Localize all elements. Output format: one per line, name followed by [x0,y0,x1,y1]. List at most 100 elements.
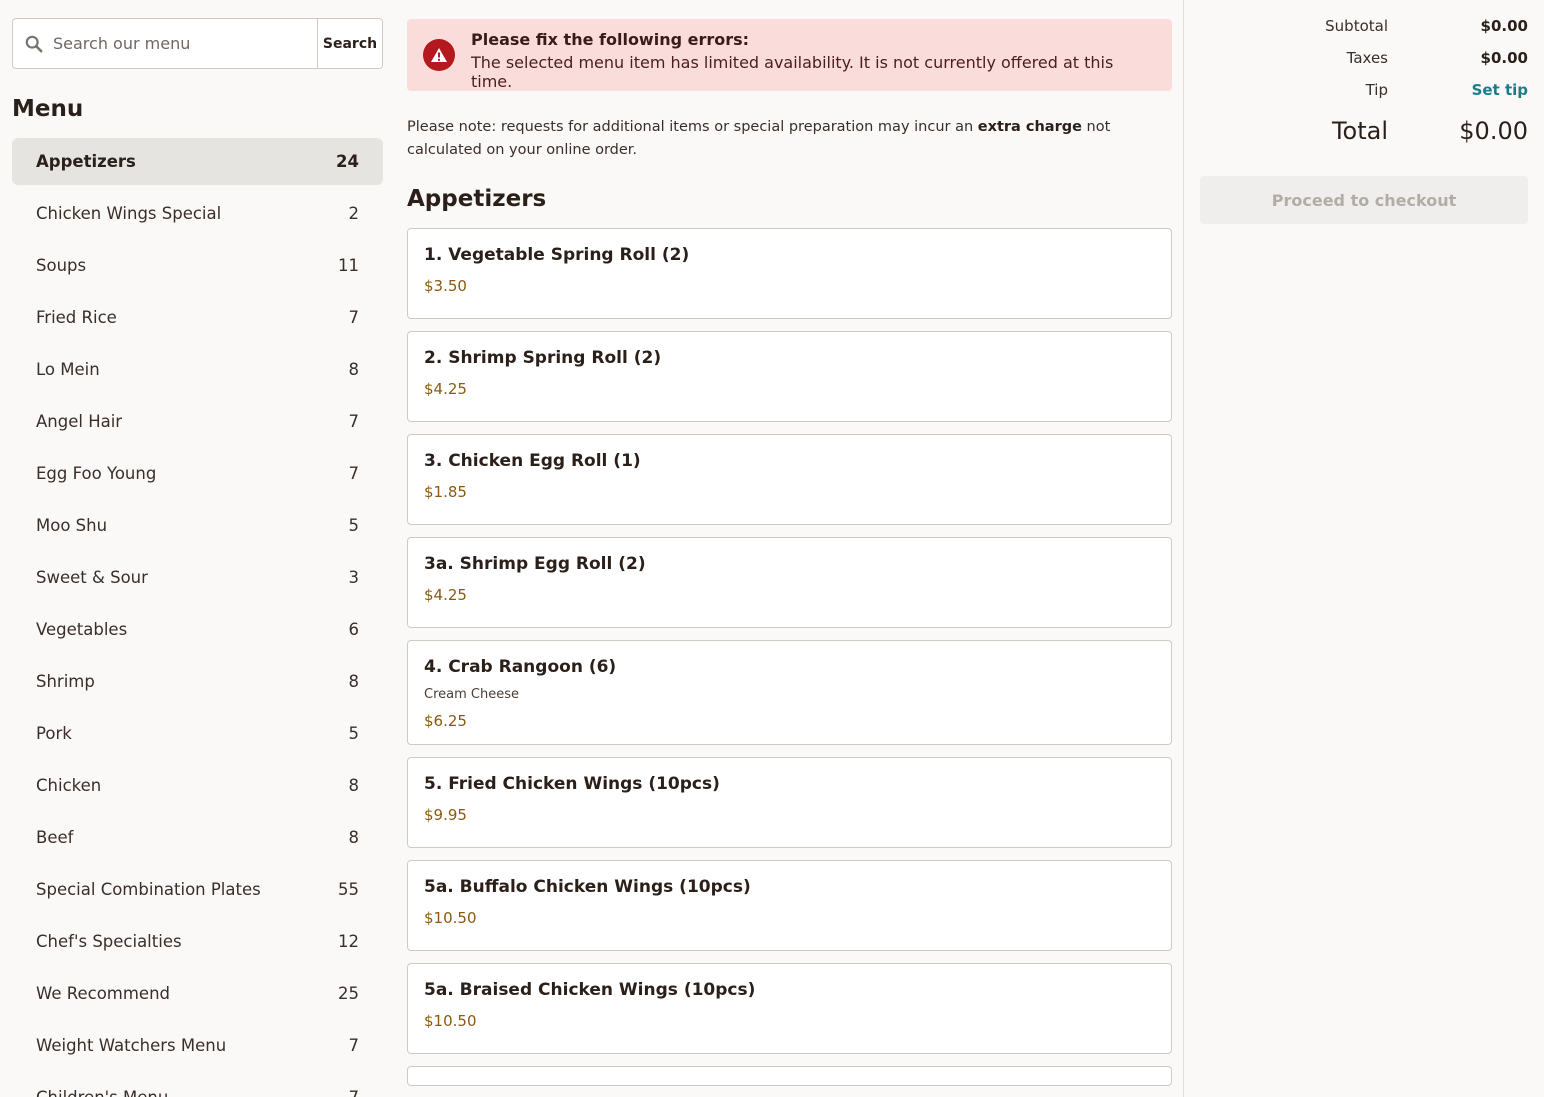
category-count: 55 [338,880,359,899]
menu-item-card[interactable]: 5a. Buffalo Chicken Wings (10pcs) $10.50 [407,860,1172,951]
item-price: $4.25 [424,380,467,398]
category-label: Moo Shu [36,516,108,535]
category-item-pork[interactable]: Pork 5 [12,710,383,757]
category-item-sweet-sour[interactable]: Sweet & Sour 3 [12,554,383,601]
category-label: Pork [36,724,72,743]
category-count: 5 [348,724,360,743]
category-count: 8 [348,776,360,795]
error-title: Please fix the following errors: [471,30,750,49]
category-count: 5 [348,516,360,535]
category-count: 8 [348,828,360,847]
menu-item-card[interactable]: 1. Vegetable Spring Roll (2) $3.50 [407,228,1172,319]
item-name: 2. Shrimp Spring Roll (2) [424,348,662,368]
category-label: Egg Foo Young [36,464,157,483]
category-item-chicken-wings-special[interactable]: Chicken Wings Special 2 [12,190,383,237]
category-item-we-recommend[interactable]: We Recommend 25 [12,970,383,1017]
category-count: 8 [348,672,360,691]
item-name: 5a. Braised Chicken Wings (10pcs) [424,980,756,1000]
category-item-chefs-specialties[interactable]: Chef's Specialties 12 [12,918,383,965]
search-icon [25,35,43,52]
search-input[interactable] [53,34,317,53]
tip-row: Tip Set tip [1200,74,1528,106]
subtotal-value: $0.00 [1480,17,1528,35]
menu-content: Please fix the following errors: The sel… [407,19,1172,1097]
category-label: Chicken Wings Special [36,204,222,223]
extra-charge-note: Please note: requests for additional ite… [407,116,1172,162]
category-count: 24 [336,152,359,171]
item-price: $1.85 [424,483,467,501]
proceed-to-checkout-button[interactable]: Proceed to checkout [1200,176,1528,224]
order-summary: Subtotal $0.00 Taxes $0.00 Tip Set tip T… [1200,10,1528,224]
category-item-chicken[interactable]: Chicken 8 [12,762,383,809]
category-count: 3 [348,568,360,587]
category-label: Shrimp [36,672,95,691]
category-item-beef[interactable]: Beef 8 [12,814,383,861]
item-price: $6.25 [424,712,467,730]
category-label: Lo Mein [36,360,100,379]
category-count: 7 [348,308,360,327]
search-bar: Search [12,18,383,69]
category-item-special-combination-plates[interactable]: Special Combination Plates 55 [12,866,383,913]
note-text-before: Please note: requests for additional ite… [407,119,978,135]
category-item-childrens-menu[interactable]: Children's Menu 7 [12,1074,383,1097]
category-label: We Recommend [36,984,171,1003]
category-item-moo-shu[interactable]: Moo Shu 5 [12,502,383,549]
taxes-value: $0.00 [1480,49,1528,67]
tip-label: Tip [1365,81,1388,99]
category-label: Fried Rice [36,308,117,327]
item-name: 1. Vegetable Spring Roll (2) [424,245,690,265]
category-label: Sweet & Sour [36,568,148,587]
category-label: Vegetables [36,620,128,639]
menu-item-card[interactable]: 3. Chicken Egg Roll (1) $1.85 [407,434,1172,525]
category-count: 2 [348,204,360,223]
category-label: Soups [36,256,87,275]
category-item-angel-hair[interactable]: Angel Hair 7 [12,398,383,445]
menu-item-card[interactable]: 5. Fried Chicken Wings (10pcs) $9.95 [407,757,1172,848]
item-name: 5a. Buffalo Chicken Wings (10pcs) [424,877,751,897]
item-name: 5. Fried Chicken Wings (10pcs) [424,774,720,794]
category-item-lo-mein[interactable]: Lo Mein 8 [12,346,383,393]
search-button[interactable]: Search [317,19,382,68]
category-label: Children's Menu [36,1088,168,1097]
category-item-egg-foo-young[interactable]: Egg Foo Young 7 [12,450,383,497]
category-item-soups[interactable]: Soups 11 [12,242,383,289]
menu-item-card[interactable]: 2. Shrimp Spring Roll (2) $4.25 [407,331,1172,422]
subtotal-row: Subtotal $0.00 [1200,10,1528,42]
menu-item-card[interactable]: 5a. Braised Chicken Wings (10pcs) $10.50 [407,963,1172,1054]
note-bold: extra charge [977,119,1082,135]
set-tip-link[interactable]: Set tip [1388,81,1528,99]
error-message: The selected menu item has limited avail… [471,53,1114,91]
item-name: 3a. Shrimp Egg Roll (2) [424,554,646,574]
category-count: 8 [348,360,360,379]
category-item-weight-watchers-menu[interactable]: Weight Watchers Menu 7 [12,1022,383,1069]
category-count: 6 [348,620,360,639]
search-field[interactable] [13,19,317,68]
total-value: $0.00 [1459,117,1528,145]
category-item-appetizers[interactable]: Appetizers 24 [12,138,383,185]
category-label: Appetizers [36,152,136,171]
category-count: 7 [349,1088,360,1097]
error-text: Please fix the following errors: The sel… [471,30,1156,91]
menu-heading: Menu [12,96,84,122]
category-label: Chef's Specialties [36,932,182,951]
category-item-fried-rice[interactable]: Fried Rice 7 [12,294,383,341]
taxes-row: Taxes $0.00 [1200,42,1528,74]
category-item-shrimp[interactable]: Shrimp 8 [12,658,383,705]
page: Search Menu Appetizers 24 Chicken Wings S… [0,0,1544,1097]
menu-sidebar: Search Menu Appetizers 24 Chicken Wings S… [12,18,383,1097]
category-count: 7 [348,1036,360,1055]
category-label: Beef [36,828,74,847]
menu-item-card[interactable]: 3a. Shrimp Egg Roll (2) $4.25 [407,537,1172,628]
menu-item-card[interactable]: 4. Crab Rangoon (6) Cream Cheese $6.25 [407,640,1172,745]
category-list: Appetizers 24 Chicken Wings Special 2 Soup… [12,138,383,1097]
item-price: $10.50 [424,909,477,927]
category-label: Chicken [36,776,102,795]
item-price: $9.95 [424,806,467,824]
menu-items-list: 1. Vegetable Spring Roll (2) $3.50 2. Sh… [407,228,1172,1086]
item-price: $10.50 [424,1012,477,1030]
total-label: Total [1331,117,1388,145]
category-label: Weight Watchers Menu [36,1036,227,1055]
category-item-vegetables[interactable]: Vegetables 6 [12,606,383,653]
menu-item-card-partial[interactable] [407,1066,1172,1086]
category-count: 7 [348,464,360,483]
